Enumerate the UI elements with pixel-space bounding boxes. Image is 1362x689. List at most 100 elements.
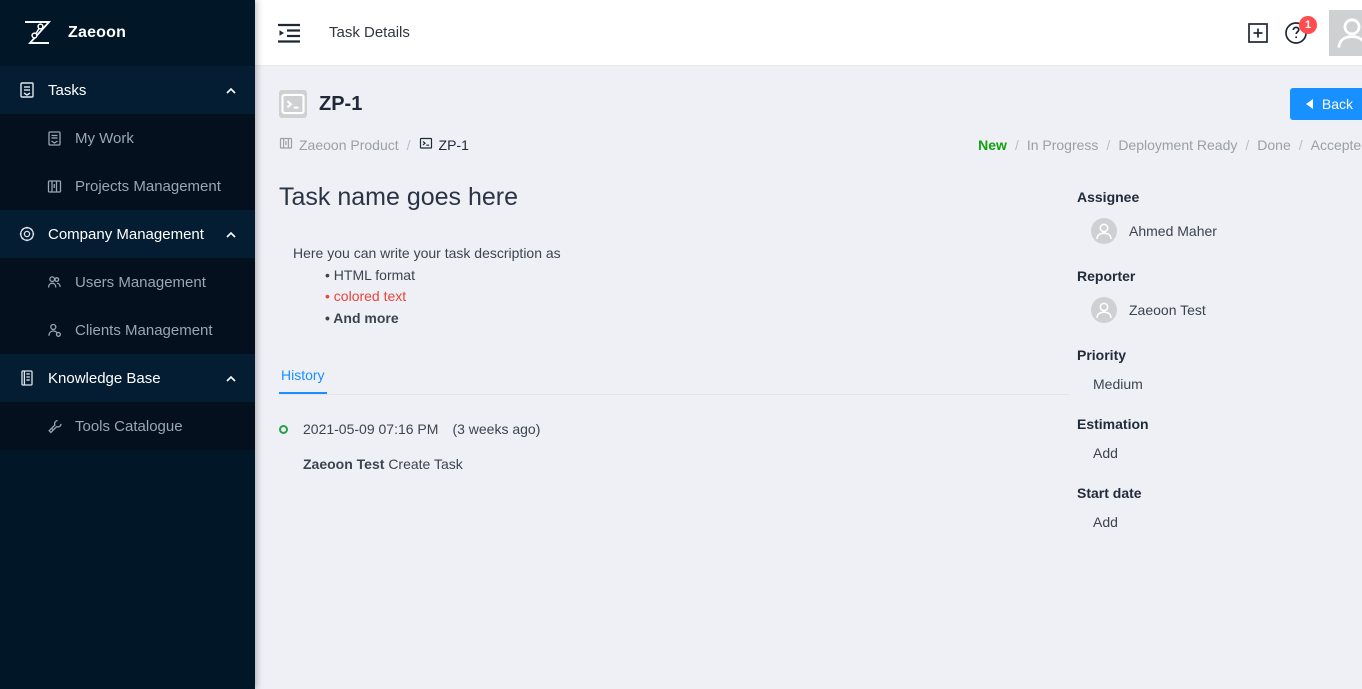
my-work-icon — [46, 130, 63, 147]
status-separator: / — [1014, 136, 1019, 153]
task-body: Task name goes here Here you can write y… — [255, 153, 1362, 554]
task-tabs: History — [279, 367, 1069, 396]
field-priority: Priority Medium — [1077, 347, 1362, 392]
breadcrumb-separator: / — [406, 136, 411, 153]
field-value[interactable]: Zaeoon Test — [1077, 297, 1362, 323]
description-bullet: HTML format — [325, 266, 1069, 285]
user-avatar-icon — [1091, 218, 1117, 244]
code-terminal-icon — [279, 90, 307, 118]
field-assignee: Assignee Ahmed Maher — [1077, 189, 1362, 244]
status-separator: / — [1298, 136, 1303, 153]
status-in-progress[interactable]: In Progress — [1027, 137, 1099, 153]
field-label: Reporter — [1077, 268, 1136, 284]
topbar-actions: 1 — [1247, 9, 1362, 56]
field-label: Priority — [1077, 347, 1127, 363]
zaeoon-z-logo-icon — [20, 16, 54, 50]
chevron-up-icon[interactable] — [225, 228, 237, 240]
description-lead: Here you can write your task description… — [293, 245, 561, 261]
sidebar-subgroup-company: Users Management Clients Management — [0, 258, 255, 354]
description-bullet: colored text — [325, 287, 1069, 306]
task-header: ZP-1 Back — [255, 66, 1362, 120]
gear-icon — [18, 225, 36, 243]
estimation-add-link[interactable]: Add — [1077, 445, 1362, 461]
history-entry-header: 2021-05-09 07:16 PM (3 weeks ago) — [279, 421, 1069, 437]
tasks-icon — [18, 81, 36, 99]
priority-value[interactable]: Medium — [1077, 376, 1362, 392]
task-title: Task name goes here — [279, 183, 519, 211]
chevron-up-icon[interactable] — [225, 372, 237, 384]
status-deployment-ready[interactable]: Deployment Ready — [1118, 137, 1237, 153]
history-action: Create Task — [388, 456, 463, 473]
back-button[interactable]: Back — [1289, 88, 1362, 120]
field-label: Estimation — [1077, 416, 1149, 432]
breadcrumb: Zaeoon Product / ZP-1 — [279, 136, 469, 153]
sidebar-section-tasks[interactable]: Tasks — [0, 66, 255, 114]
status-accepted[interactable]: Accepted — [1311, 137, 1362, 153]
task-detail-page: ZP-1 Back Zaeoon Product / ZP-1 New / In… — [255, 66, 1362, 689]
brand-name: Zaeoon — [68, 24, 127, 41]
sidebar-item-users-management[interactable]: Users Management — [0, 258, 255, 306]
status-separator: / — [1106, 136, 1111, 153]
code-terminal-icon — [419, 136, 433, 153]
topbar: Task Details 1 — [255, 0, 1362, 66]
client-user-icon — [46, 322, 63, 339]
sidebar-item-clients-management[interactable]: Clients Management — [0, 306, 255, 354]
user-avatar-icon — [1337, 17, 1362, 48]
start-date-add-link[interactable]: Add — [1077, 514, 1362, 530]
sidebar-item-label: Users Management — [75, 273, 206, 291]
caret-left-icon — [1305, 99, 1313, 109]
breadcrumb-and-status: Zaeoon Product / ZP-1 New / In Progress … — [255, 120, 1362, 153]
sidebar-section-company-management[interactable]: Company Management — [0, 210, 255, 258]
chevron-up-icon[interactable] — [225, 84, 237, 96]
status-workflow: New / In Progress / Deployment Ready / D… — [978, 137, 1362, 153]
sidebar-item-label: Tools Catalogue — [75, 417, 183, 435]
main-content: Task Details 1 ZP-1 Back Zaeoon Product … — [255, 0, 1362, 689]
breadcrumb-item-task[interactable]: ZP-1 — [419, 136, 469, 153]
assignee-name: Ahmed Maher — [1129, 223, 1217, 239]
notification-badge: 1 — [1299, 15, 1317, 34]
back-button-label: Back — [1321, 96, 1353, 112]
sidebar-item-label: Clients Management — [75, 321, 213, 339]
breadcrumb-label: Zaeoon Product — [299, 136, 399, 153]
menu-fold-icon[interactable] — [275, 19, 303, 47]
sidebar-item-projects-management[interactable]: Projects Management — [0, 162, 255, 210]
history-entry: 2021-05-09 07:16 PM (3 weeks ago) Zaeoon… — [279, 421, 1069, 472]
field-start-date: Start date Add — [1077, 485, 1362, 530]
task-key: ZP-1 — [319, 92, 363, 115]
help-button[interactable]: 1 — [1283, 15, 1317, 46]
sidebar-subgroup-tasks: My Work Projects Management — [0, 114, 255, 210]
field-label: Assignee — [1077, 189, 1140, 205]
user-avatar-icon — [1091, 297, 1117, 323]
sidebar-item-my-work[interactable]: My Work — [0, 114, 255, 162]
field-value[interactable]: Ahmed Maher — [1077, 218, 1362, 244]
sidebar: Zaeoon Tasks My Work Projects Management… — [0, 0, 255, 689]
avatar[interactable] — [1329, 9, 1362, 56]
history-list: 2021-05-09 07:16 PM (3 weeks ago) Zaeoon… — [279, 421, 1069, 472]
projects-icon — [46, 178, 63, 195]
task-main-column: Task name goes here Here you can write y… — [279, 153, 1069, 554]
status-new[interactable]: New — [978, 137, 1007, 153]
plus-square-icon[interactable] — [1247, 22, 1269, 44]
wrench-icon — [46, 418, 63, 435]
status-separator: / — [1245, 136, 1250, 153]
field-reporter: Reporter Zaeoon Test — [1077, 268, 1362, 323]
sidebar-subgroup-knowledge: Tools Catalogue — [0, 402, 255, 450]
tab-history[interactable]: History — [279, 367, 327, 395]
breadcrumb-label: ZP-1 — [438, 136, 469, 153]
book-icon — [18, 369, 36, 387]
app-root: Zaeoon Tasks My Work Projects Management… — [0, 0, 1362, 689]
sidebar-section-label: Knowledge Base — [48, 369, 161, 387]
sidebar-section-knowledge-base[interactable]: Knowledge Base — [0, 354, 255, 402]
reporter-name: Zaeoon Test — [1129, 302, 1206, 318]
sidebar-item-tools-catalogue[interactable]: Tools Catalogue — [0, 402, 255, 450]
status-done[interactable]: Done — [1257, 137, 1290, 153]
history-relative-time: (3 weeks ago) — [452, 421, 541, 438]
description-bullet: And more — [325, 309, 1069, 328]
brand[interactable]: Zaeoon — [0, 0, 255, 66]
project-board-icon — [279, 136, 293, 153]
page-title: Task Details — [329, 24, 410, 41]
task-description: Here you can write your task description… — [279, 244, 1069, 327]
field-estimation: Estimation Add — [1077, 416, 1362, 461]
breadcrumb-item-project[interactable]: Zaeoon Product — [279, 136, 399, 153]
history-entry-detail: Zaeoon Test Create Task — [303, 456, 1069, 472]
